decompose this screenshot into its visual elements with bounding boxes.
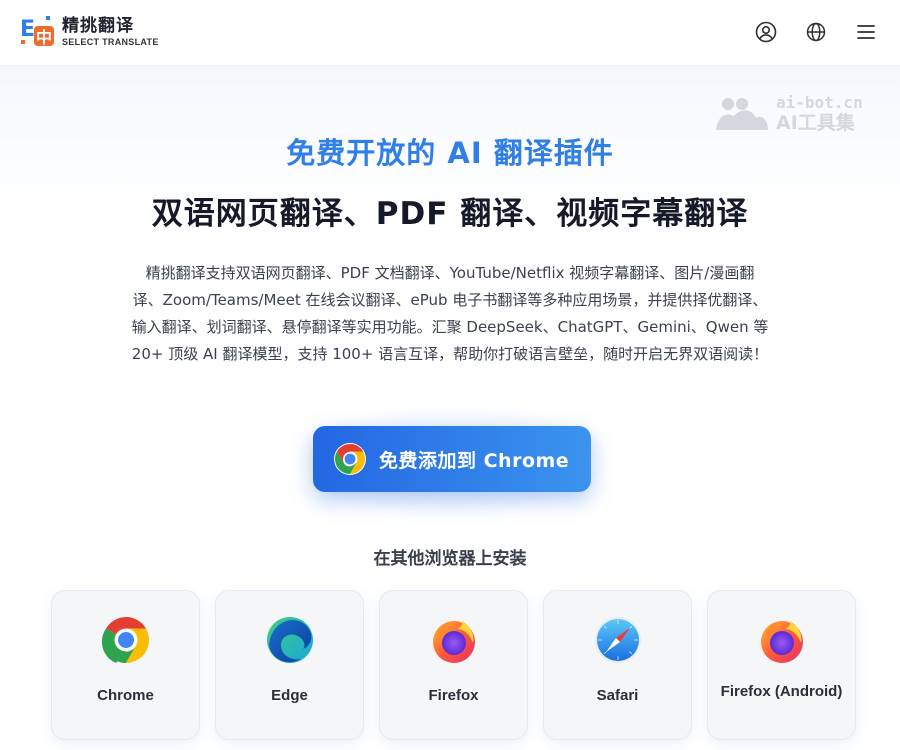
- browser-card-firefox-android[interactable]: Firefox (Android): [707, 590, 856, 740]
- edge-icon: [267, 617, 313, 663]
- site-header: E 中 精挑翻译 SELECT TRANSLATE: [0, 0, 900, 66]
- chrome-icon: [101, 617, 149, 663]
- description-line: 20+ 顶级 AI 翻译模型，支持 100+ 语言互译，帮助你打破语言壁垒，随时…: [131, 345, 769, 363]
- browser-card-edge[interactable]: Edge: [215, 590, 364, 740]
- watermark-url: ai-bot.cn: [776, 93, 863, 112]
- browser-label: Chrome: [97, 687, 154, 704]
- browser-card-firefox[interactable]: Firefox: [379, 590, 528, 740]
- watermark-logo-icon: [716, 98, 768, 130]
- logo-title: 精挑翻译: [62, 16, 134, 36]
- browser-label: Firefox: [428, 687, 479, 704]
- svg-text:E: E: [20, 17, 35, 42]
- firefox-icon: [433, 621, 475, 663]
- browser-label: Safari: [596, 687, 639, 704]
- watermark: ai-bot.cn AI工具集: [714, 94, 863, 134]
- user-icon[interactable]: [754, 20, 778, 44]
- chrome-icon: [334, 443, 366, 475]
- hero-title: 双语网页翻译、PDF 翻译、视频字幕翻译: [151, 196, 749, 232]
- logo-mark-icon: E 中: [20, 14, 56, 50]
- safari-icon: [595, 617, 641, 663]
- browser-label: Edge: [271, 687, 308, 704]
- hero-subtitle: 免费开放的 AI 翻译插件: [286, 136, 614, 170]
- browser-card-safari[interactable]: Safari: [543, 590, 692, 740]
- logo-subtitle: SELECT TRANSLATE: [62, 37, 159, 47]
- logo[interactable]: E 中 精挑翻译 SELECT TRANSLATE: [20, 14, 159, 50]
- browser-card-chrome[interactable]: Chrome: [51, 590, 200, 740]
- description-line: 输入翻译、划词翻译、悬停翻译等实用功能。汇聚 DeepSeek、ChatGPT、…: [131, 318, 769, 336]
- add-to-chrome-button[interactable]: 免费添加到 Chrome: [313, 426, 591, 492]
- svg-text:中: 中: [36, 28, 52, 47]
- firefox-icon: [761, 621, 803, 663]
- description-line: 译、Zoom/Teams/Meet 在线会议翻译、ePub 电子书翻译等多种应用…: [132, 291, 768, 309]
- globe-icon[interactable]: [804, 20, 828, 44]
- description-line: 精挑翻译支持双语网页翻译、PDF 文档翻译、YouTube/Netflix 视频…: [145, 264, 755, 282]
- menu-icon[interactable]: [854, 20, 878, 44]
- install-section-title: 在其他浏览器上安装: [373, 549, 527, 569]
- cta-label: 免费添加到 Chrome: [379, 449, 570, 472]
- browser-label: Firefox (Android): [720, 683, 843, 700]
- hero-description: 精挑翻译支持双语网页翻译、PDF 文档翻译、YouTube/Netflix 视频…: [104, 260, 796, 368]
- browser-list: Chrome Edge Firefox Safari Firefox (Andr…: [51, 590, 856, 740]
